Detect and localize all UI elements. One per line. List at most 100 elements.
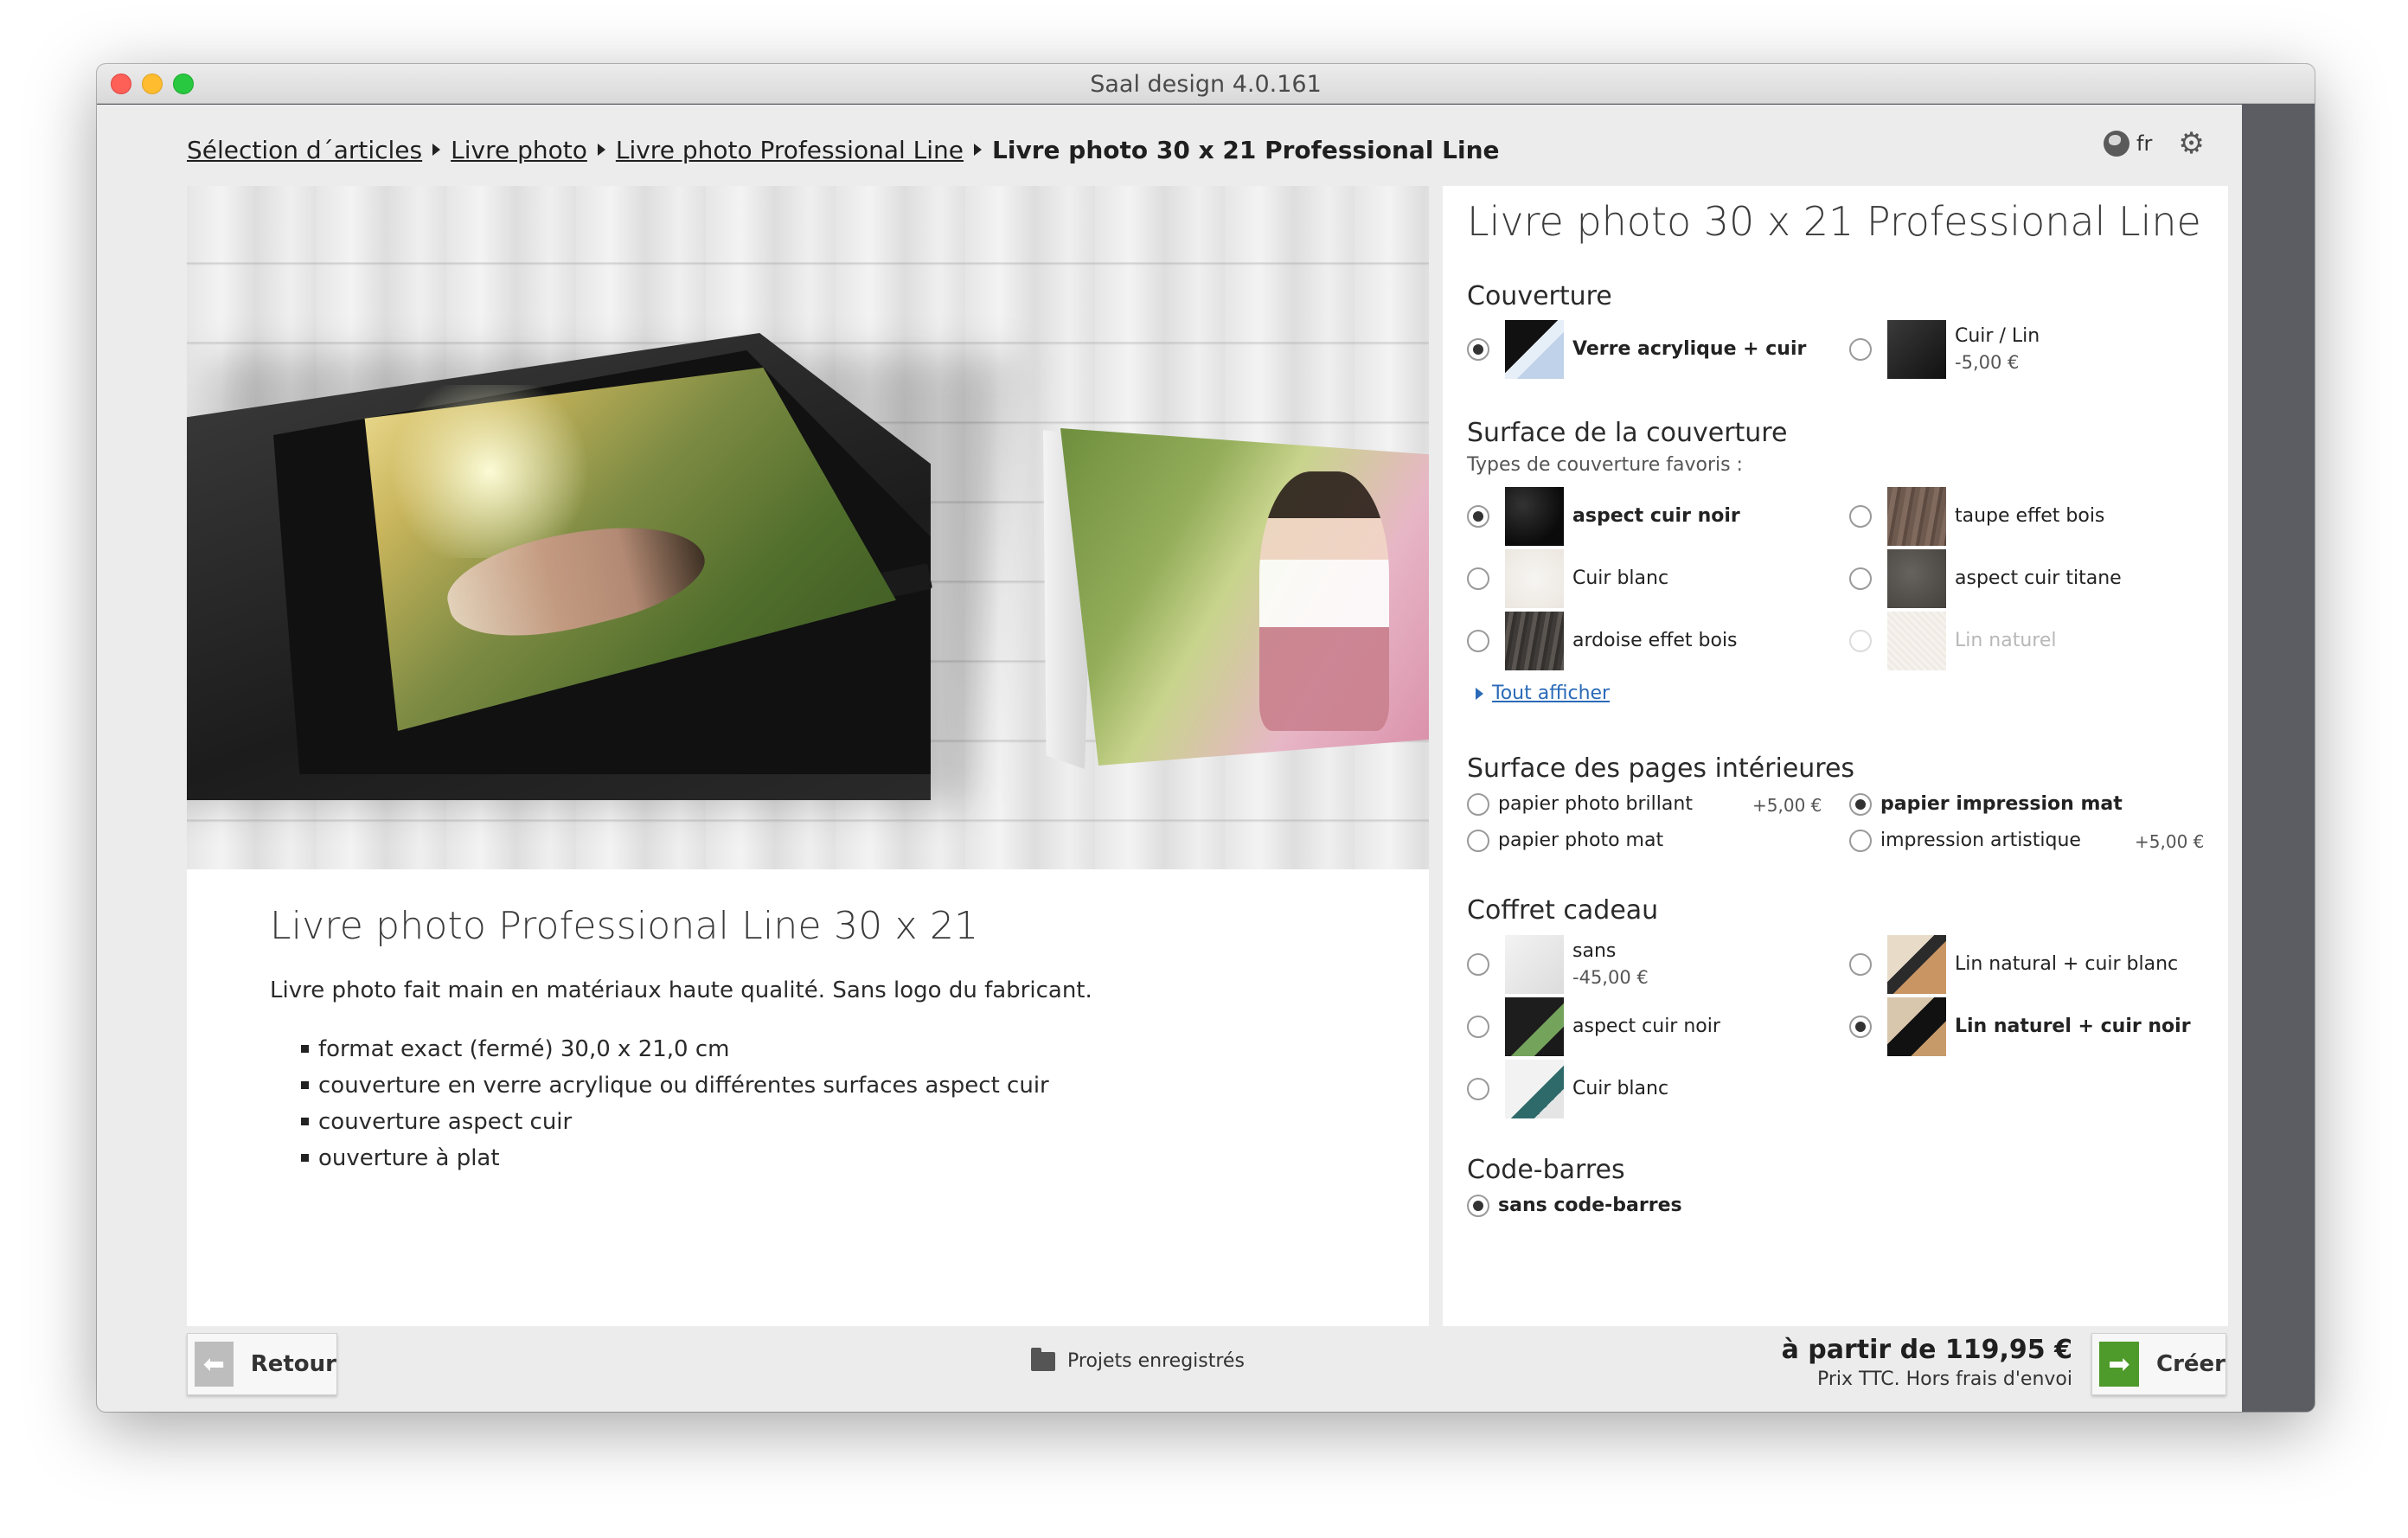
option-label: aspect cuir noir [1572, 505, 1740, 527]
option-label: papier impression mat [1880, 793, 2123, 815]
surface-option-taupe-wood[interactable]: taupe effet bois [1849, 487, 2104, 546]
breadcrumb-item-photo-book[interactable]: Livre photo [451, 136, 587, 164]
pages-heading: Surface des pages intérieures [1467, 753, 1855, 784]
pages-option-matte-print[interactable]: papier impression mat [1849, 791, 2123, 817]
radio[interactable] [1849, 505, 1872, 528]
option-price: -45,00 € [1572, 967, 1649, 988]
create-button-label: Créer [2156, 1351, 2225, 1377]
option-price: -5,00 € [1955, 352, 2020, 373]
caret-right-icon [1476, 687, 1483, 700]
gift-box-swatch [1887, 997, 1946, 1056]
option-label: Lin naturel + cuir noir [1955, 1016, 2191, 1037]
feature-item: format exact (fermé) 30,0 x 21,0 cm [301, 1031, 1394, 1067]
gift-box-option-black-leather[interactable]: aspect cuir noir [1467, 997, 1720, 1056]
create-button[interactable]: ➡ Créer [2091, 1333, 2226, 1395]
breadcrumb-separator-icon [974, 144, 983, 156]
saved-projects-label: Projets enregistrés [1067, 1350, 1245, 1372]
price-summary: à partir de 119,95 € Prix TTC. Hors frai… [1782, 1335, 2072, 1390]
radio-selected[interactable] [1849, 793, 1872, 816]
product-description: Livre photo Professional Line 30 x 21 Li… [270, 904, 1394, 1176]
feature-item: couverture aspect cuir [301, 1104, 1394, 1140]
gift-box-option-linen-white[interactable]: Lin natural + cuir blanc [1849, 935, 2178, 994]
option-label: Cuir blanc [1572, 567, 1669, 589]
product-title: Livre photo 30 x 21 Professional Line [1467, 198, 2201, 245]
option-label: sans -45,00 € [1572, 939, 1649, 990]
option-label: aspect cuir noir [1572, 1016, 1720, 1037]
language-code: fr [2136, 131, 2153, 156]
surface-option-black-leather[interactable]: aspect cuir noir [1467, 487, 1740, 546]
breadcrumb-item-professional-line[interactable]: Livre photo Professional Line [616, 136, 964, 164]
language-switch[interactable]: fr [2104, 131, 2152, 157]
radio[interactable] [1849, 953, 1872, 976]
back-button[interactable]: ⬅ Retour [187, 1333, 337, 1395]
surface-sublabel: Types de couverture favoris : [1467, 454, 1743, 476]
feature-item: ouverture à plat [301, 1140, 1394, 1176]
radio[interactable] [1467, 630, 1489, 652]
window-title: Saal design 4.0.161 [1090, 71, 1322, 98]
saved-projects-link[interactable]: Projets enregistrés [1031, 1347, 1245, 1372]
arrow-left-icon: ⬅ [195, 1342, 234, 1387]
option-label-text: sans [1572, 940, 1617, 962]
option-label: papier photo mat [1498, 830, 1664, 851]
radio-selected[interactable] [1467, 338, 1489, 361]
surface-heading: Surface de la couverture [1467, 418, 1788, 448]
window-side-strip [2242, 105, 2315, 1412]
surface-swatch [1505, 549, 1564, 608]
surface-swatch [1887, 487, 1946, 546]
cover-option-leather-linen[interactable]: Cuir / Lin -5,00 € [1849, 320, 2040, 379]
option-label: Verre acrylique + cuir [1572, 338, 1807, 360]
radio-selected[interactable] [1467, 1195, 1489, 1217]
feature-list: format exact (fermé) 30,0 x 21,0 cm couv… [270, 1031, 1394, 1176]
breadcrumb-item-articles[interactable]: Sélection d´articles [187, 136, 422, 164]
breadcrumb-separator-icon [597, 144, 605, 156]
radio[interactable] [1467, 567, 1489, 590]
back-button-label: Retour [250, 1351, 336, 1377]
surface-swatch [1505, 487, 1564, 546]
radio-selected[interactable] [1467, 505, 1489, 528]
radio[interactable] [1849, 830, 1872, 852]
breadcrumb-separator-icon [432, 144, 441, 156]
description-text: Livre photo fait main en matériaux haute… [270, 977, 1092, 1003]
option-label: Lin natural + cuir blanc [1955, 953, 2179, 975]
option-label: taupe effet bois [1955, 505, 2105, 527]
gift-box-heading: Coffret cadeau [1467, 895, 1659, 926]
gift-box-option-linen-black[interactable]: Lin naturel + cuir noir [1849, 997, 2191, 1056]
description-title: Livre photo Professional Line 30 x 21 [270, 904, 979, 948]
radio[interactable] [1467, 830, 1489, 852]
surface-option-slate-wood[interactable]: ardoise effet bois [1467, 612, 1738, 670]
radio[interactable] [1467, 953, 1489, 976]
product-preview-panel: Livre photo Professional Line 30 x 21 Li… [187, 186, 1429, 1326]
gift-box-option-none[interactable]: sans -45,00 € [1467, 935, 1649, 994]
gift-box-swatch [1887, 935, 1946, 994]
radio[interactable] [1849, 338, 1872, 361]
surface-option-titanium-leather[interactable]: aspect cuir titane [1849, 549, 2122, 608]
price-main: à partir de 119,95 € [1781, 1335, 2072, 1365]
album-sunlight [377, 385, 602, 558]
option-label-text: Cuir / Lin [1955, 325, 2040, 347]
main-area: Sélection d´articles Livre photo Livre p… [97, 105, 2242, 1412]
show-all-link[interactable]: Tout afficher [1476, 682, 1610, 704]
arrow-right-icon: ➡ [2099, 1342, 2139, 1387]
radio[interactable] [1467, 1078, 1489, 1100]
cover-option-acrylic[interactable]: Verre acrylique + cuir [1467, 320, 1806, 379]
pages-option-artistic[interactable]: impression artistique [1849, 828, 2081, 854]
surface-option-white-leather[interactable]: Cuir blanc [1467, 549, 1668, 608]
option-label: impression artistique [1880, 830, 2081, 851]
radio[interactable] [1467, 793, 1489, 816]
radio[interactable] [1467, 1016, 1489, 1038]
radio[interactable] [1849, 567, 1872, 590]
cover-swatch [1887, 320, 1946, 379]
album-photo-figure-2 [1259, 471, 1389, 731]
option-label: aspect cuir titane [1955, 567, 2122, 589]
folder-icon [1031, 1347, 1055, 1371]
pages-option-glossy[interactable]: papier photo brillant [1467, 791, 1693, 817]
barcode-heading: Code-barres [1467, 1155, 1625, 1185]
pages-option-matte-photo[interactable]: papier photo mat [1467, 828, 1663, 854]
gear-icon[interactable]: ⚙ [2178, 129, 2204, 158]
cover-heading: Couverture [1467, 281, 1612, 311]
radio-selected[interactable] [1849, 1016, 1872, 1038]
app-window: Saal design 4.0.161 Sélection d´articles… [97, 64, 2315, 1412]
gift-box-option-white-leather[interactable]: Cuir blanc [1467, 1060, 1668, 1118]
option-price: +5,00 € [2135, 831, 2205, 852]
barcode-option-none[interactable]: sans code-barres [1467, 1193, 1682, 1219]
